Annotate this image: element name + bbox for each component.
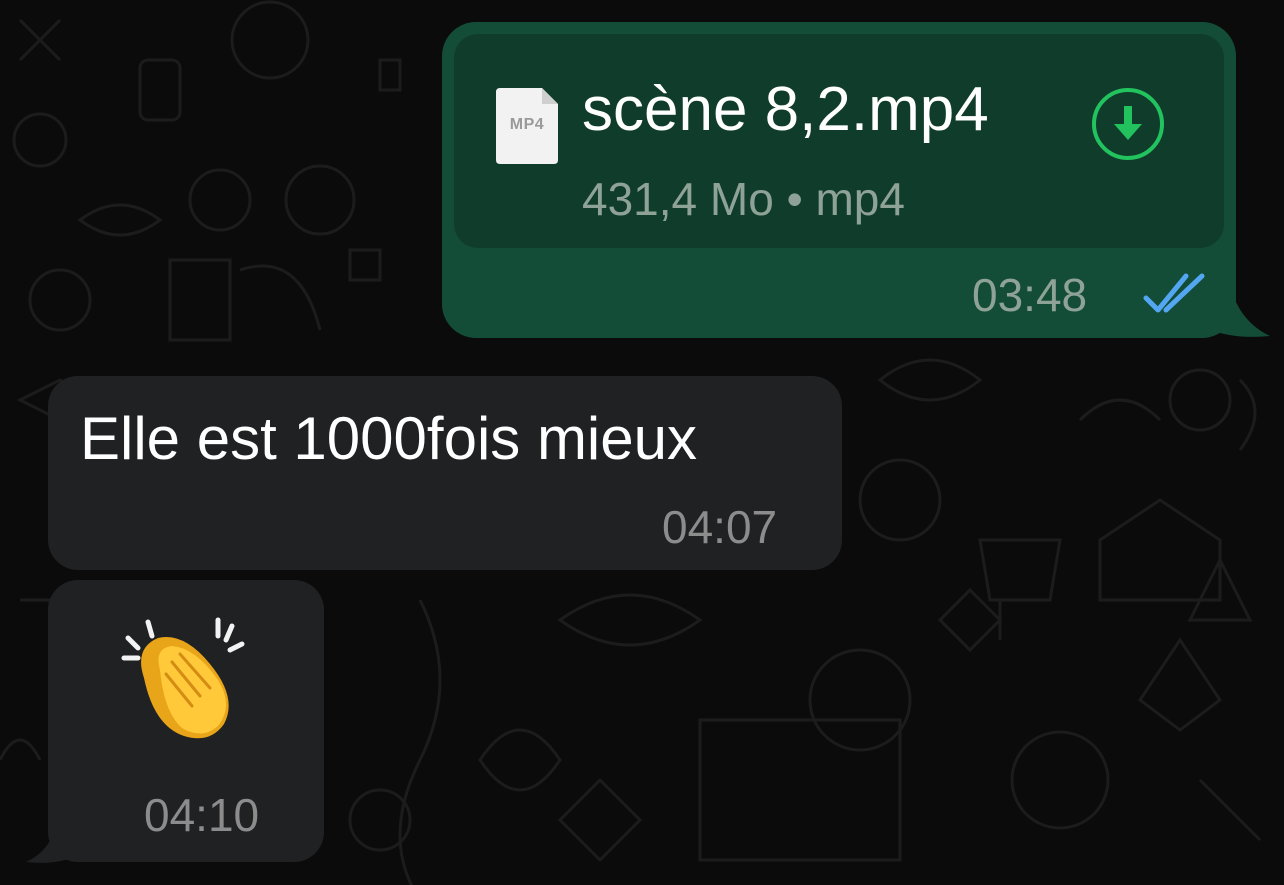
double-check-read-icon: [1143, 273, 1205, 313]
file-size-and-type: 431,4 Mo • mp4: [582, 173, 905, 225]
incoming-message-bubble[interactable]: Elle est 1000fois mieux 04:07: [48, 376, 842, 570]
message-timestamp: 04:07: [662, 501, 778, 553]
incoming-emoji-bubble[interactable]: 04:10: [48, 580, 324, 862]
clapping-hands-icon: [121, 617, 245, 739]
message-timestamp: 03:48: [972, 269, 1088, 321]
message-timestamp: 04:10: [144, 789, 260, 841]
outgoing-message-bubble[interactable]: MP4 scène 8,2.mp4 431,4 Mo • mp4 03:48: [442, 22, 1236, 338]
file-name: scène 8,2.mp4: [582, 75, 989, 144]
message-text: Elle est 1000fois mieux: [80, 405, 697, 472]
file-type-label: MP4: [509, 116, 545, 133]
download-icon[interactable]: [1090, 86, 1166, 162]
file-attachment-card[interactable]: MP4 scène 8,2.mp4 431,4 Mo • mp4: [454, 34, 1224, 248]
